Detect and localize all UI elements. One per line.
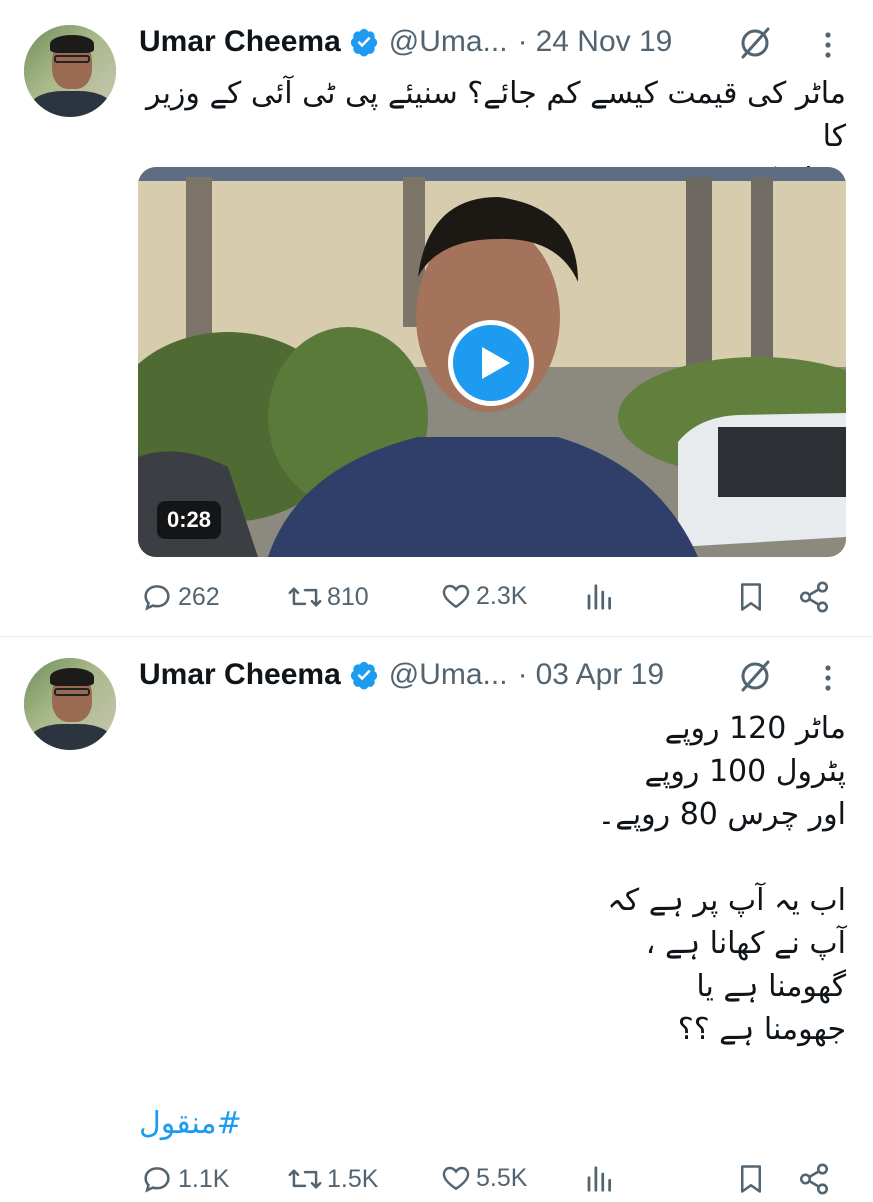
tweet-actions: 262 810 2.3K (0, 580, 873, 620)
more-options-icon[interactable] (823, 30, 833, 60)
tweet-text-blank-line (126, 836, 846, 879)
avatar[interactable] (24, 25, 116, 117)
analytics-icon (587, 1166, 611, 1192)
views-button[interactable] (584, 1162, 614, 1196)
tweet-1[interactable]: Umar Cheema @Uma... · 24 Nov 19 ماٹر کی … (0, 0, 873, 636)
play-button[interactable] (448, 320, 534, 406)
tweet-date[interactable]: 03 Apr 19 (536, 658, 664, 692)
share-button[interactable] (797, 1162, 831, 1196)
verified-badge-icon (350, 28, 377, 57)
like-count: 2.3K (476, 581, 528, 610)
reply-button[interactable]: 1.1K (140, 1162, 229, 1196)
heart-icon (442, 584, 470, 609)
grok-icon[interactable] (737, 25, 773, 61)
tweet-header: Umar Cheema @Uma... · 03 Apr 19 (139, 655, 664, 695)
like-button[interactable]: 5.5K (440, 1162, 527, 1194)
author-handle[interactable]: @Uma... (389, 25, 508, 59)
grok-icon[interactable] (737, 658, 773, 694)
tweet-date[interactable]: 24 Nov 19 (536, 25, 673, 59)
repost-icon (288, 1169, 322, 1189)
author-name[interactable]: Umar Cheema (139, 658, 341, 692)
reply-icon (144, 1167, 170, 1193)
tweet-text-line: جھومنا ہے ؟؟ (677, 1012, 846, 1047)
repost-icon (288, 587, 322, 607)
tweet-text-line: پٹرول 100 روپے (644, 754, 847, 789)
author-name[interactable]: Umar Cheema (139, 25, 341, 59)
bookmark-icon (741, 583, 761, 611)
play-icon (482, 347, 510, 379)
views-button[interactable] (584, 580, 614, 614)
avatar[interactable] (24, 658, 116, 750)
share-icon (799, 1163, 829, 1195)
video-duration: 0:28 (157, 501, 222, 539)
reply-button[interactable]: 262 (140, 580, 220, 614)
hashtag-link[interactable]: #منقول (139, 1102, 242, 1145)
reply-count: 262 (178, 582, 220, 611)
separator-dot: · (517, 25, 528, 58)
tweet-text-line: آپ نے کھانا ہے ، (645, 926, 846, 961)
heart-icon (442, 1166, 470, 1191)
tweet-text-line: اور چرس 80 روپے۔ (597, 797, 846, 832)
analytics-icon (587, 584, 611, 610)
bookmark-icon (741, 1165, 761, 1193)
bookmark-button[interactable] (736, 580, 766, 614)
bookmark-button[interactable] (736, 1162, 766, 1196)
tweet-actions: 1.1K 1.5K 5.5K (0, 1162, 873, 1202)
share-icon (799, 581, 829, 613)
tweet-header: Umar Cheema @Uma... · 24 Nov 19 (139, 22, 672, 62)
repost-count: 810 (327, 582, 369, 611)
verified-badge-icon (350, 661, 377, 690)
reply-icon (144, 585, 170, 611)
like-count: 5.5K (476, 1163, 528, 1192)
more-options-icon[interactable] (823, 663, 833, 693)
tweet-text-line: ماٹر 120 روپے (664, 711, 846, 746)
tweet-text-line: اب یہ آپ پر ہے کہ (607, 883, 846, 918)
tweet-text-line: ماٹر کی قیمت کیسے کم جائے؟ سنیئے پی ٹی آ… (146, 76, 846, 154)
author-handle[interactable]: @Uma... (389, 658, 508, 692)
tweet-text-line: گھومنا ہے یا (696, 969, 846, 1004)
repost-button[interactable]: 810 (287, 580, 369, 614)
repost-count: 1.5K (327, 1164, 379, 1193)
share-button[interactable] (797, 580, 831, 614)
tweet-text: ماٹر 120 روپے پٹرول 100 روپے اور چرس 80 … (126, 707, 846, 1051)
like-button[interactable]: 2.3K (440, 580, 527, 612)
repost-button[interactable]: 1.5K (287, 1162, 378, 1196)
separator-dot: · (517, 658, 528, 691)
tweet-2[interactable]: Umar Cheema @Uma... · 03 Apr 19 ماٹر 120… (0, 637, 873, 1200)
reply-count: 1.1K (178, 1164, 230, 1193)
